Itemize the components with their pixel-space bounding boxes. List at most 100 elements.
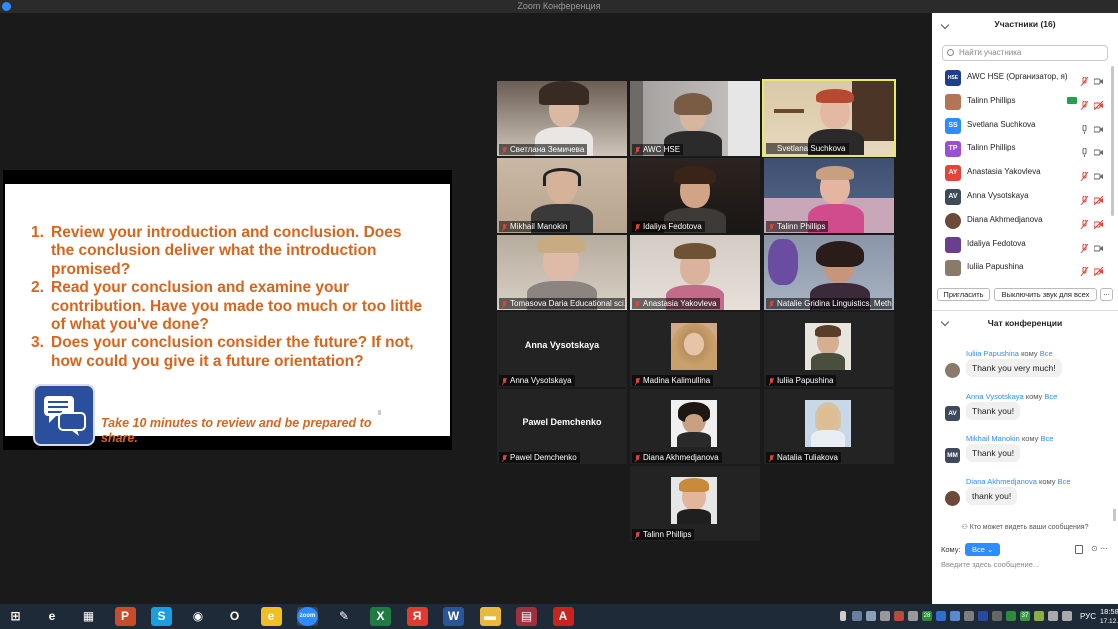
- participant-row[interactable]: SS Svetlana Suchkova: [932, 114, 1110, 138]
- mic-icon[interactable]: [1080, 121, 1089, 134]
- tray-icon[interactable]: [978, 611, 988, 621]
- mic-muted-icon[interactable]: [1080, 240, 1089, 253]
- mic-muted-icon[interactable]: [1080, 192, 1089, 206]
- powerpoint-icon[interactable]: P: [114, 607, 136, 626]
- who-can-see-link[interactable]: ⚇ Кто может видеть ваши сообщения?: [932, 523, 1118, 531]
- file-attach-icon[interactable]: [1075, 545, 1083, 554]
- mic-muted-icon[interactable]: [1080, 216, 1089, 230]
- video-tile[interactable]: Talinn Phillips: [764, 158, 894, 233]
- tray-icon[interactable]: [936, 611, 946, 621]
- chat-recipient[interactable]: Все: [1040, 349, 1053, 358]
- mic-muted-icon[interactable]: [1080, 263, 1089, 277]
- tray-badge[interactable]: 37: [1020, 611, 1030, 621]
- video-tile[interactable]: Talinn Phillips: [630, 466, 760, 541]
- tray-icon[interactable]: [880, 611, 890, 621]
- chat-recipient[interactable]: Все: [1044, 392, 1057, 401]
- tray-icon[interactable]: [1034, 611, 1044, 621]
- word-icon[interactable]: W: [443, 607, 464, 626]
- video-camera-icon[interactable]: [1093, 121, 1103, 133]
- chat-sender[interactable]: Diana Akhmedjanova: [966, 477, 1037, 486]
- participant-row[interactable]: Diana Akhmedjanova: [932, 209, 1110, 233]
- tray-icon[interactable]: [964, 611, 974, 621]
- video-tile[interactable]: Diana Akhmedjanova: [630, 389, 760, 464]
- tray-icon[interactable]: [866, 611, 876, 621]
- recipient-select[interactable]: Все ⌄: [965, 543, 1000, 556]
- video-camera-icon[interactable]: [1093, 240, 1103, 252]
- participant-row[interactable]: Idaliya Fedotova: [932, 233, 1110, 257]
- video-tile[interactable]: Madina Kalimullina: [630, 312, 760, 387]
- video-tile[interactable]: Tomasova Daria Educational sci...: [497, 235, 627, 310]
- mic-muted-icon[interactable]: [1080, 97, 1089, 111]
- participant-row[interactable]: HSE AWC HSE (Организатор, я): [932, 66, 1110, 90]
- more-options-button[interactable]: ...: [1100, 288, 1113, 301]
- video-off-icon[interactable]: [1093, 192, 1104, 206]
- tray-icon[interactable]: [992, 611, 1002, 621]
- video-tile[interactable]: Natalie Gridina Linguistics, Meth...: [764, 235, 894, 310]
- tray-icon[interactable]: [908, 611, 918, 621]
- opera-icon[interactable]: O: [224, 607, 245, 626]
- mic-icon[interactable]: [1080, 144, 1089, 158]
- internet-explorer-icon[interactable]: e: [42, 607, 63, 626]
- video-tile[interactable]: Natalia Tuliakova: [764, 389, 894, 464]
- invite-button[interactable]: Пригласить: [937, 288, 990, 301]
- participant-search-input[interactable]: Найти участника: [942, 45, 1108, 61]
- video-off-icon[interactable]: [1093, 97, 1104, 111]
- network-icon[interactable]: [1048, 611, 1058, 621]
- participant-row[interactable]: AV Anna Vysotskaya: [932, 185, 1110, 209]
- video-camera-icon[interactable]: [1093, 73, 1103, 85]
- tray-icon[interactable]: [852, 611, 862, 621]
- chat-recipient-row: Кому: Все ⌄ ⊙ ⋯: [941, 543, 1111, 557]
- video-camera-icon[interactable]: [1093, 168, 1103, 180]
- participant-row[interactable]: AY Anastasia Yakovleva: [932, 161, 1110, 185]
- chat-sender[interactable]: Mikhail Manokin: [966, 434, 1020, 443]
- mic-muted-icon[interactable]: [1080, 168, 1089, 182]
- video-tile[interactable]: Idaliya Fedotova: [630, 158, 760, 233]
- windows-start-icon[interactable]: ⊞: [5, 607, 26, 626]
- chat-recipient[interactable]: Все: [1041, 434, 1054, 443]
- participant-row[interactable]: TP Talinn Phillips: [932, 137, 1110, 161]
- video-tile[interactable]: Anna Vysotskaya Anna Vysotskaya: [497, 312, 627, 387]
- tray-icon[interactable]: [1006, 611, 1016, 621]
- slide-note: Take 10 minutes to review and be prepare…: [101, 416, 372, 445]
- chat-sender[interactable]: Iuliia Papushina: [966, 349, 1019, 358]
- yandex-icon[interactable]: Я: [406, 607, 428, 626]
- participant-row[interactable]: Talinn Phillips: [932, 90, 1110, 114]
- tray-icon[interactable]: [840, 611, 846, 621]
- calculator-icon[interactable]: ▦: [78, 607, 99, 626]
- mute-all-button[interactable]: Выключить звук для всех: [994, 288, 1097, 301]
- winrar-icon[interactable]: ▤: [516, 607, 537, 626]
- video-tile[interactable]: Pawel Demchenko Pawel Demchenko: [497, 389, 627, 464]
- acrobat-icon[interactable]: A: [552, 607, 574, 626]
- video-off-icon[interactable]: [1093, 216, 1104, 230]
- file-explorer-icon[interactable]: ▬: [479, 607, 501, 626]
- skype-icon[interactable]: S: [151, 607, 172, 626]
- video-off-icon[interactable]: [1093, 263, 1104, 277]
- video-camera-icon[interactable]: [1093, 144, 1103, 156]
- mic-muted-icon[interactable]: [1080, 73, 1089, 87]
- paint-icon[interactable]: ✎: [334, 607, 355, 626]
- chrome-icon[interactable]: ◉: [188, 607, 209, 626]
- video-tile[interactable]: Mikhail Manokin: [497, 158, 627, 233]
- zoom-icon[interactable]: zoom: [297, 607, 318, 626]
- video-tile[interactable]: Anastasia Yakovleva: [630, 235, 760, 310]
- chat-recipient[interactable]: Все: [1058, 477, 1071, 486]
- video-tile[interactable]: Светлана Земичева: [497, 81, 627, 156]
- excel-icon[interactable]: X: [370, 607, 391, 626]
- chat-scrollbar[interactable]: [1113, 509, 1116, 521]
- clock[interactable]: 18:58 17.12.2022: [1100, 607, 1118, 627]
- more-icon[interactable]: ⊙ ⋯: [1091, 544, 1108, 553]
- message-input[interactable]: Введите здесь сообщение...: [941, 560, 1111, 569]
- panel-divider: [932, 310, 1118, 311]
- video-tile[interactable]: Iuliia Papushina: [764, 312, 894, 387]
- chat-sender[interactable]: Anna Vysotskaya: [966, 392, 1024, 401]
- tray-icon[interactable]: [950, 611, 960, 621]
- participants-scrollbar[interactable]: [1111, 66, 1114, 216]
- volume-icon[interactable]: [1062, 611, 1072, 621]
- tray-badge[interactable]: 28: [922, 611, 932, 621]
- efanel-icon[interactable]: e: [260, 607, 282, 626]
- video-tile-active-speaker[interactable]: Svetlana Suchkova: [762, 79, 896, 157]
- participant-row[interactable]: Iuliia Papushina: [932, 256, 1110, 280]
- video-tile[interactable]: AWC HSE: [630, 81, 760, 156]
- language-indicator[interactable]: РУС: [1080, 612, 1096, 621]
- tray-icon[interactable]: [894, 611, 904, 621]
